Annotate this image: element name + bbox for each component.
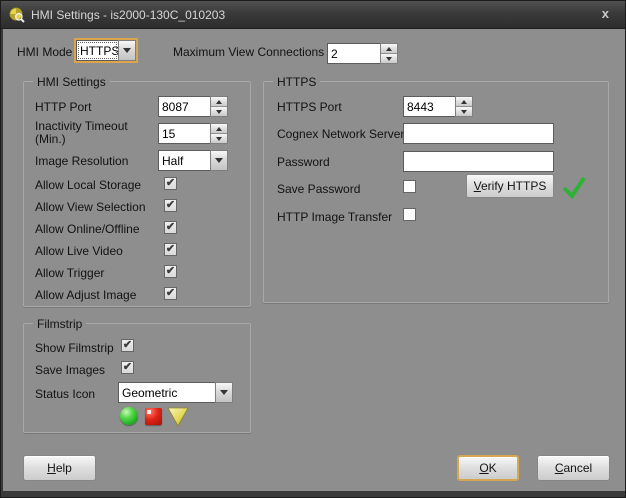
allow-local-storage-label: Allow Local Storage (35, 178, 141, 192)
cognex-network-server-label: Cognex Network Server (277, 127, 404, 141)
spin-down-button[interactable] (456, 106, 472, 116)
ok-button[interactable]: OK (457, 455, 519, 481)
verify-success-check-icon (561, 176, 587, 199)
allow-adjust-image-checkbox[interactable]: ✔ (164, 287, 177, 300)
spinner-buttons (455, 96, 473, 117)
spin-up-button[interactable] (211, 97, 227, 106)
cancel-button[interactable]: Cancel (537, 455, 610, 481)
hmi-mode-value: HTTPS (76, 40, 118, 61)
spin-down-button[interactable] (211, 133, 227, 143)
status-icon-label: Status Icon (35, 387, 95, 401)
spinner-buttons (210, 96, 228, 117)
inactivity-timeout-spinner[interactable]: 15 (158, 123, 228, 144)
http-image-transfer-checkbox[interactable] (403, 208, 416, 221)
filmstrip-group-title: Filmstrip (33, 317, 86, 331)
app-icon (9, 7, 25, 23)
hmi-settings-dialog: HMI Settings - is2000-130C_010203 x HMI … (0, 0, 626, 498)
arrow-down-icon (216, 137, 222, 141)
https-group-title: HTTPS (273, 75, 320, 89)
https-port-spinner[interactable]: 8443 (403, 96, 473, 117)
spin-down-button[interactable] (211, 106, 227, 116)
show-filmstrip-label: Show Filmstrip (35, 341, 114, 355)
arrow-up-icon (386, 47, 392, 51)
chevron-down-icon (123, 48, 131, 53)
allow-trigger-checkbox[interactable]: ✔ (164, 265, 177, 278)
cognex-network-server-input[interactable] (403, 123, 554, 144)
password-label: Password (277, 155, 330, 169)
ok-button-label: OK (479, 461, 496, 475)
hmi-mode-dropdown-button[interactable] (118, 40, 136, 61)
arrow-down-icon (216, 110, 222, 114)
https-port-value[interactable]: 8443 (403, 96, 455, 117)
arrow-down-icon (386, 57, 392, 61)
image-resolution-dropdown[interactable]: Half (158, 150, 228, 171)
save-password-checkbox[interactable] (403, 180, 416, 193)
image-resolution-value: Half (158, 150, 210, 171)
save-images-label: Save Images (35, 363, 105, 377)
verify-https-button-label: Verify HTTPS (474, 179, 547, 193)
hmi-mode-dropdown[interactable]: HTTPS (76, 40, 136, 61)
inactivity-timeout-label: Inactivity Timeout (Min.) (35, 120, 147, 146)
arrow-up-icon (461, 100, 467, 104)
status-pass-green-circle-icon (120, 407, 138, 425)
arrow-up-icon (216, 127, 222, 131)
help-button-label: Help (47, 461, 72, 475)
status-icon-value: Geometric (118, 382, 215, 403)
allow-view-selection-checkbox[interactable]: ✔ (164, 199, 177, 212)
titlebar[interactable]: HMI Settings - is2000-130C_010203 x (1, 1, 626, 29)
password-input[interactable] (403, 151, 554, 172)
spin-up-button[interactable] (381, 44, 397, 53)
spin-up-button[interactable] (456, 97, 472, 106)
http-image-transfer-label: HTTP Image Transfer (277, 210, 392, 224)
inactivity-timeout-value[interactable]: 15 (158, 123, 210, 144)
spin-up-button[interactable] (211, 124, 227, 133)
allow-trigger-label: Allow Trigger (35, 266, 104, 280)
help-button[interactable]: Help (23, 455, 96, 481)
allow-view-selection-label: Allow View Selection (35, 200, 146, 214)
window-title: HMI Settings - is2000-130C_010203 (31, 8, 225, 22)
http-port-spinner[interactable]: 8087 (158, 96, 228, 117)
max-view-connections-spinner[interactable]: 2 (327, 43, 398, 64)
show-filmstrip-checkbox[interactable]: ✔ (121, 339, 134, 352)
allow-online-offline-label: Allow Online/Offline (35, 222, 140, 236)
spin-down-button[interactable] (381, 53, 397, 63)
chevron-down-icon (215, 158, 223, 163)
save-images-checkbox[interactable]: ✔ (121, 361, 134, 374)
allow-local-storage-checkbox[interactable]: ✔ (164, 177, 177, 190)
hmi-mode-label: HMI Mode (17, 45, 72, 59)
cancel-button-label: Cancel (555, 461, 592, 475)
verify-https-button[interactable]: Verify HTTPS (466, 174, 554, 198)
dialog-body: HMI Mode HTTPS Maximum View Connections … (3, 29, 625, 491)
status-icon-dropdown-button[interactable] (215, 382, 233, 403)
allow-adjust-image-label: Allow Adjust Image (35, 288, 136, 302)
status-warn-yellow-triangle-icon (167, 407, 189, 427)
max-view-connections-value[interactable]: 2 (327, 43, 380, 64)
max-view-connections-label: Maximum View Connections (173, 45, 324, 59)
http-port-label: HTTP Port (35, 100, 91, 114)
status-fail-red-square-icon (145, 408, 162, 425)
chevron-down-icon (220, 390, 228, 395)
spinner-buttons (210, 123, 228, 144)
allow-live-video-label: Allow Live Video (35, 244, 123, 258)
spinner-buttons (380, 43, 398, 64)
http-port-value[interactable]: 8087 (158, 96, 210, 117)
close-button[interactable]: x (598, 6, 613, 21)
image-resolution-dropdown-button[interactable] (210, 150, 228, 171)
arrow-down-icon (461, 110, 467, 114)
allow-online-offline-checkbox[interactable]: ✔ (164, 221, 177, 234)
status-icon-dropdown[interactable]: Geometric (118, 382, 233, 403)
image-resolution-label: Image Resolution (35, 154, 128, 168)
allow-live-video-checkbox[interactable]: ✔ (164, 243, 177, 256)
save-password-label: Save Password (277, 182, 360, 196)
hmi-settings-group-title: HMI Settings (33, 75, 110, 89)
arrow-up-icon (216, 100, 222, 104)
https-port-label: HTTPS Port (277, 100, 342, 114)
